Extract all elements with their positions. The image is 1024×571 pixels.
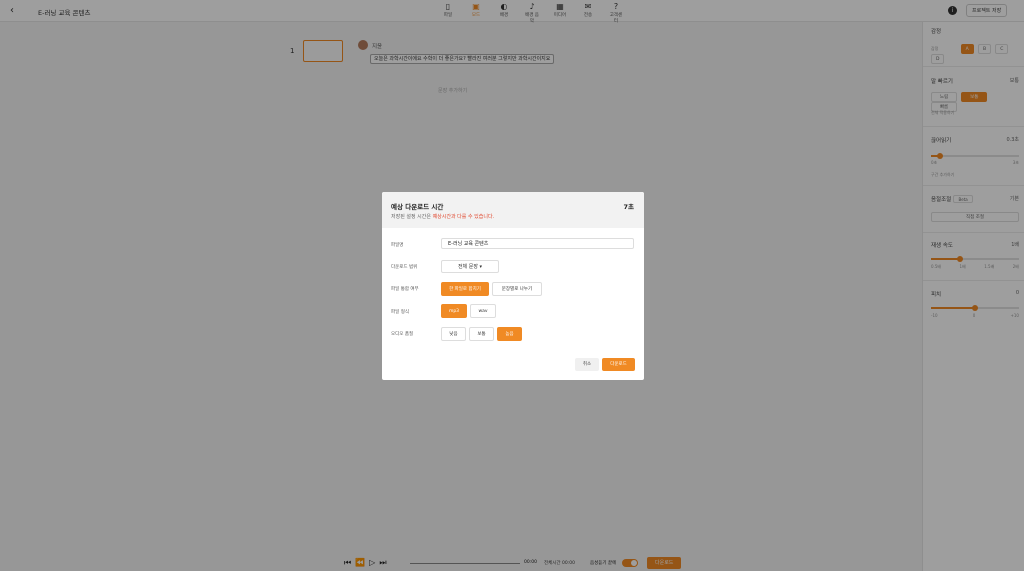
range-label: 다운로드 범위	[391, 265, 418, 270]
format-label: 파일 형식	[391, 310, 409, 315]
file-name-input[interactable]: E-러닝 교육 콘텐츠	[441, 238, 634, 249]
quality-low-button[interactable]: 낮음	[441, 327, 466, 341]
modal-header: 예상 다운로드 시간 7초 저장된 설정 시간은 예상시간과 다를 수 있습니다…	[382, 192, 644, 228]
file-name-label: 파일명	[391, 243, 404, 248]
format-mp3-button[interactable]: mp3	[441, 304, 467, 318]
chevron-down-icon: ▾	[479, 264, 483, 270]
quality-normal-button[interactable]: 보통	[469, 327, 494, 341]
warning-text: 예상시간과 다를 수 있습니다.	[432, 214, 495, 220]
merge-label: 파일 통합 여부	[391, 287, 419, 292]
cancel-button[interactable]: 취소	[575, 358, 599, 371]
download-modal: 예상 다운로드 시간 7초 저장된 설정 시간은 예상시간과 다를 수 있습니다…	[382, 192, 644, 380]
modal-subtitle: 저장된 설정 시간은 예상시간과 다를 수 있습니다.	[391, 214, 495, 220]
modal-download-button[interactable]: 다운로드	[602, 358, 635, 371]
merge-single-button[interactable]: 한 파일로 합치기	[441, 282, 489, 296]
range-select[interactable]: 전체 문장 ▾	[441, 260, 499, 273]
estimated-time: 7초	[623, 203, 634, 211]
quality-high-button[interactable]: 높음	[497, 327, 522, 341]
merge-split-button[interactable]: 문장별로 나누기	[492, 282, 542, 296]
format-wav-button[interactable]: wav	[470, 304, 496, 318]
quality-label: 오디오 품질	[391, 332, 414, 337]
modal-title: 예상 다운로드 시간	[391, 203, 444, 211]
